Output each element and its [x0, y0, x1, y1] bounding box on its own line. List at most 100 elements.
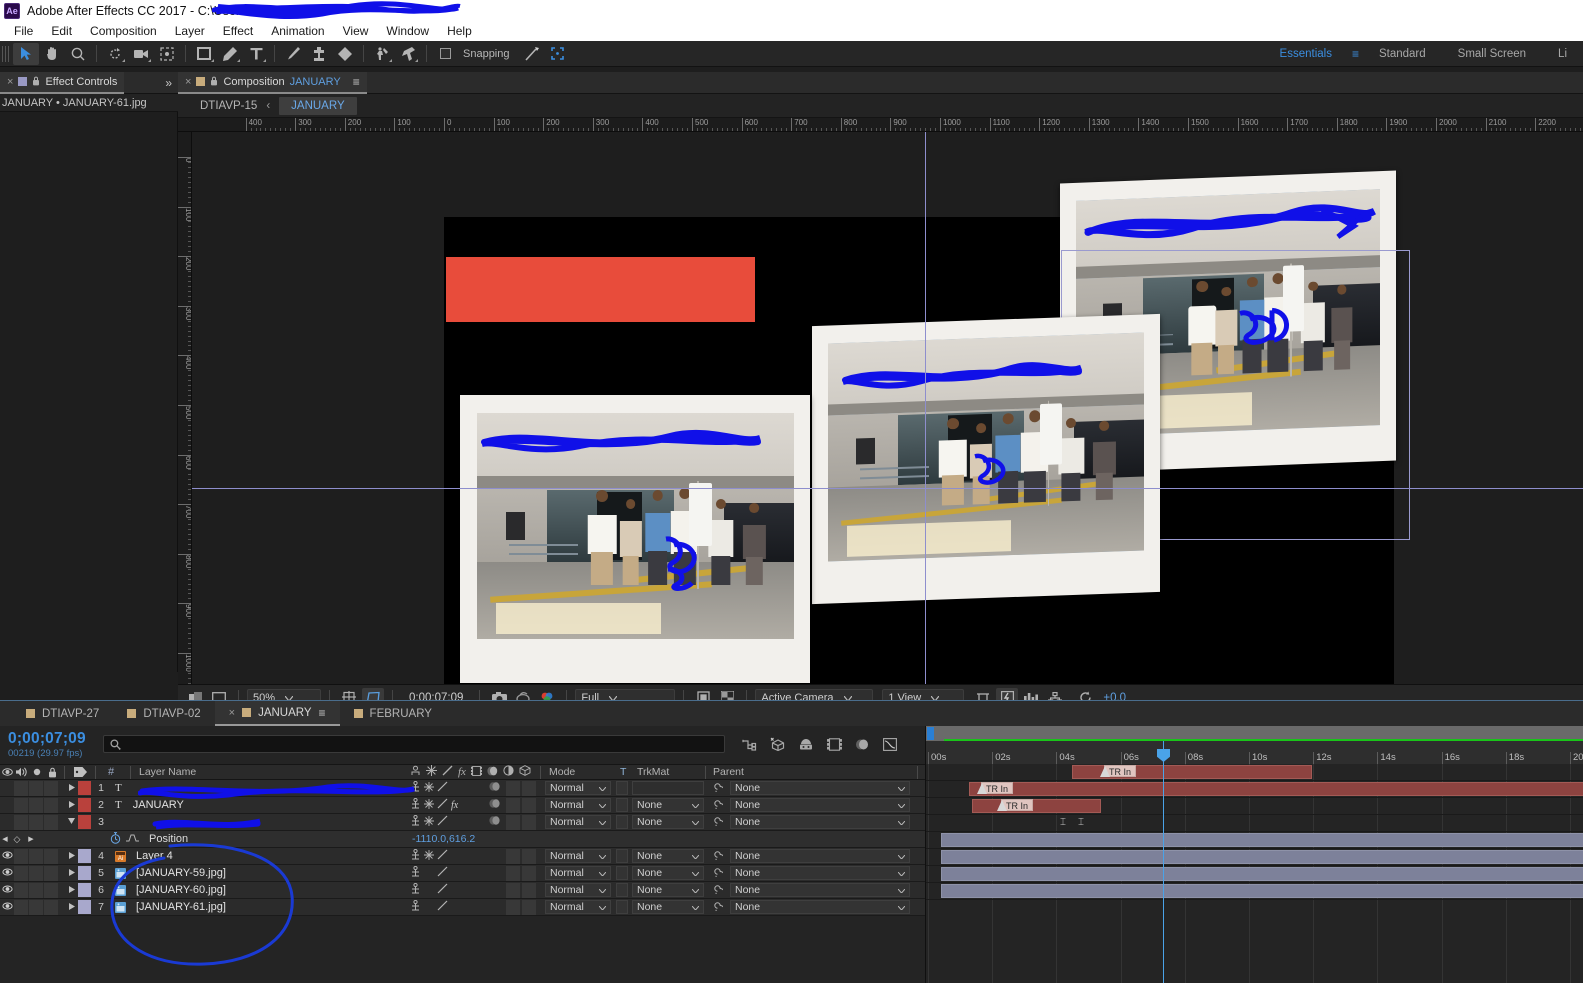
- layer-mode-select[interactable]: Normal: [545, 900, 611, 914]
- draft-3d-icon[interactable]: [766, 734, 790, 754]
- layer-switch-cell[interactable]: [522, 882, 536, 898]
- layer-trkmat-select[interactable]: None: [632, 849, 704, 863]
- composition-mini-flowchart-icon[interactable]: [738, 734, 762, 754]
- layer-mode-select[interactable]: Normal: [545, 866, 611, 880]
- frame-blending-icon[interactable]: [822, 734, 846, 754]
- quality-icon[interactable]: [437, 883, 448, 897]
- anchor-icon[interactable]: [410, 780, 421, 795]
- quality-icon[interactable]: [437, 781, 448, 795]
- timeline-graph[interactable]: 00s 02s 04s 06s 08s 10s 12s 14s 16s 18s 20s TR In T…: [925, 726, 1583, 983]
- toolbar-grip[interactable]: [2, 45, 11, 62]
- solo-icon[interactable]: [30, 768, 44, 776]
- transition-in-marker[interactable]: TR In: [977, 782, 1014, 794]
- text-tool[interactable]: [243, 43, 269, 65]
- layer-lock-toggle[interactable]: [44, 865, 58, 881]
- layer-row-3[interactable]: 3 Normal None None: [0, 814, 925, 831]
- effect-controls-body[interactable]: [0, 112, 178, 672]
- layer-t-cell[interactable]: [616, 849, 628, 863]
- layer-row-2[interactable]: 2 T JANUARY fx Normal None None: [0, 797, 925, 814]
- menu-help[interactable]: Help: [438, 22, 481, 41]
- workspace-small-screen[interactable]: Small Screen: [1442, 48, 1542, 60]
- layer-label-color[interactable]: [78, 883, 91, 897]
- anchor-icon[interactable]: [410, 848, 421, 863]
- layer-audio-toggle[interactable]: [14, 899, 28, 915]
- camera-tool[interactable]: [128, 43, 154, 65]
- layer-switch-cell[interactable]: [506, 882, 520, 898]
- layer-solo-toggle[interactable]: [29, 899, 43, 915]
- frame-blend-icon[interactable]: [470, 765, 483, 779]
- layer-lock-toggle[interactable]: [44, 814, 58, 830]
- collapse-transformations-icon[interactable]: [424, 798, 434, 812]
- layer-parent-select[interactable]: None: [730, 883, 910, 897]
- value-graph-icon[interactable]: [126, 833, 139, 846]
- panel-overflow-icon[interactable]: »: [165, 76, 178, 90]
- layer-trkmat-select[interactable]: None: [632, 883, 704, 897]
- parent-pickwhip-icon[interactable]: [712, 866, 725, 881]
- layer-audio-toggle[interactable]: [14, 882, 28, 898]
- close-icon[interactable]: ×: [185, 76, 191, 88]
- graph-editor-icon[interactable]: [878, 734, 902, 754]
- layer-parent-select[interactable]: None: [730, 798, 910, 812]
- layer-label-color[interactable]: [78, 900, 91, 914]
- clone-stamp-tool[interactable]: [306, 43, 332, 65]
- layer-mode-select[interactable]: Normal: [545, 883, 611, 897]
- snap-align-icon[interactable]: [519, 43, 545, 65]
- column-header-parent[interactable]: Parent: [713, 766, 744, 778]
- tab-dtiavp-02[interactable]: DTIAVP-02: [113, 701, 214, 726]
- layer-expand-triangle[interactable]: [65, 885, 78, 895]
- layer-duration-bar[interactable]: [941, 833, 1583, 847]
- snap-bounds-icon[interactable]: [545, 43, 571, 65]
- vertical-guide[interactable]: [925, 132, 926, 684]
- layer-duration-bar[interactable]: [941, 884, 1583, 898]
- layer-list[interactable]: 1 T Normal None 2 T JANUARY fx Normal None None 3 No…: [0, 780, 925, 983]
- layer-visibility-toggle[interactable]: [0, 851, 14, 861]
- layer-row-6[interactable]: 6 [JANUARY-60.jpg] Normal None None: [0, 882, 925, 899]
- layer-audio-toggle[interactable]: [14, 814, 28, 830]
- column-header-trkmat[interactable]: TrkMat: [637, 766, 669, 778]
- layer-solo-toggle[interactable]: [29, 797, 43, 813]
- layer-parent-select[interactable]: None: [730, 849, 910, 863]
- stopwatch-icon[interactable]: [110, 831, 121, 847]
- column-header-t[interactable]: T: [620, 766, 626, 778]
- photo-layer-january-60[interactable]: [812, 313, 1160, 605]
- layer-switches[interactable]: [410, 899, 448, 914]
- timeline-row-6[interactable]: [926, 849, 1583, 866]
- layer-switches[interactable]: [410, 865, 448, 880]
- workspace-switcher[interactable]: Essentials ≡ Standard Small Screen Li: [1264, 41, 1583, 67]
- keyframe-toggle[interactable]: ◇: [10, 834, 24, 845]
- layer-switch-cell[interactable]: [506, 780, 520, 796]
- shy-icon[interactable]: [410, 765, 421, 779]
- close-icon[interactable]: ×: [229, 707, 235, 719]
- anchor-icon[interactable]: [410, 814, 421, 829]
- layer-solo-toggle[interactable]: [29, 882, 43, 898]
- layer-t-cell[interactable]: [616, 815, 628, 829]
- layer-row-1[interactable]: 1 T Normal None: [0, 780, 925, 797]
- adjustment-layer-icon[interactable]: [503, 765, 514, 779]
- transition-in-marker[interactable]: TR In: [1100, 765, 1137, 777]
- layer-trkmat-select[interactable]: None: [632, 798, 704, 812]
- layer-switches[interactable]: [410, 848, 448, 863]
- parent-pickwhip-icon[interactable]: [712, 849, 725, 864]
- rectangle-shape-tool[interactable]: [191, 43, 217, 65]
- layer-t-cell[interactable]: [616, 798, 628, 812]
- layer-trkmat-select[interactable]: [632, 781, 704, 795]
- pen-tool[interactable]: [217, 43, 243, 65]
- lock-icon[interactable]: [210, 76, 218, 88]
- current-time-indicator[interactable]: [1157, 741, 1170, 983]
- layer-solo-toggle[interactable]: [29, 780, 43, 796]
- layer-label-color[interactable]: [78, 849, 91, 863]
- anchor-icon[interactable]: [410, 865, 421, 880]
- layer-parent-select[interactable]: None: [730, 900, 910, 914]
- layer-label-color[interactable]: [78, 798, 91, 812]
- layer-expand-triangle[interactable]: [65, 783, 78, 793]
- layer-parent-select[interactable]: None: [730, 781, 910, 795]
- quality-icon[interactable]: [437, 866, 448, 880]
- timeline-row-2[interactable]: TR In: [926, 781, 1583, 798]
- layer-label-color[interactable]: [78, 866, 91, 880]
- work-area-start-handle[interactable]: [927, 727, 934, 740]
- layer-switch-cell[interactable]: [506, 797, 520, 813]
- menu-bar[interactable]: File Edit Composition Layer Effect Anima…: [0, 22, 1583, 41]
- transition-in-marker[interactable]: TR In: [997, 799, 1034, 811]
- layer-t-cell[interactable]: [616, 866, 628, 880]
- menu-window[interactable]: Window: [377, 22, 438, 41]
